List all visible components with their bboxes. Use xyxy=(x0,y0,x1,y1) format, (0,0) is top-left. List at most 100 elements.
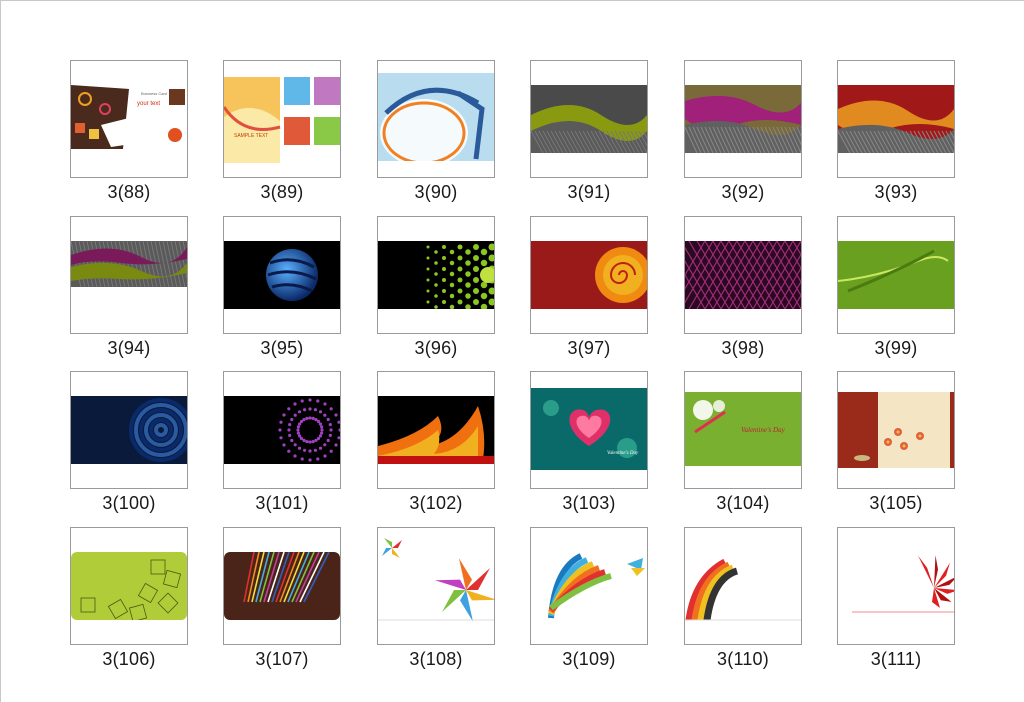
thumbnail-artwork-magenta-mesh xyxy=(685,241,801,309)
thumbnail-artwork-card-sample-text: Business Card your text xyxy=(71,85,187,149)
thumbnail-item[interactable]: 3(108) xyxy=(377,527,495,669)
thumbnail-caption: 3(104) xyxy=(716,493,770,513)
thumbnail-caption: 3(99) xyxy=(874,338,918,358)
thumbnail-image[interactable]: SAMPLE TEXT xyxy=(223,60,341,178)
thumbnail-caption: 3(95) xyxy=(260,338,304,358)
thumbnail-caption: 3(97) xyxy=(567,338,611,358)
thumbnail-image[interactable] xyxy=(684,216,802,334)
thumbnail-artwork-red-bow xyxy=(838,528,954,644)
thumbnail-image[interactable] xyxy=(70,216,188,334)
thumbnail-caption: 3(105) xyxy=(869,493,923,513)
thumbnail-image[interactable]: Business Card your text xyxy=(70,60,188,178)
thumbnail-artwork-red-orange-wave xyxy=(838,85,954,153)
thumbnail-item[interactable]: 3(94) xyxy=(70,216,188,358)
thumbnail-item[interactable]: Valentine's Day 3(104) xyxy=(684,371,802,513)
thumbnail-image[interactable] xyxy=(377,216,495,334)
thumbnail-caption: 3(106) xyxy=(102,649,156,669)
thumbnail-item[interactable]: 3(111) xyxy=(837,527,955,669)
thumbnail-caption: 3(107) xyxy=(255,649,309,669)
thumbnail-caption: 3(110) xyxy=(717,649,769,669)
thumbnail-item[interactable]: 3(106) xyxy=(70,527,188,669)
thumbnail-item[interactable]: 3(110) xyxy=(684,527,802,669)
thumbnail-image[interactable] xyxy=(223,371,341,489)
thumbnail-caption: 3(98) xyxy=(721,338,765,358)
thumbnail-item[interactable]: Business Card your text 3(88) xyxy=(70,60,188,202)
thumbnail-caption: 3(90) xyxy=(414,182,458,202)
thumbnail-image[interactable] xyxy=(70,371,188,489)
thumbnail-image[interactable] xyxy=(837,60,955,178)
thumbnail-item[interactable]: 3(109) xyxy=(530,527,648,669)
thumbnail-caption: 3(101) xyxy=(255,493,309,513)
thumbnail-image[interactable] xyxy=(530,60,648,178)
thumbnail-artwork-colorful-brochure: SAMPLE TEXT xyxy=(224,77,340,163)
thumbnail-image[interactable] xyxy=(837,371,955,489)
thumbnail-image[interactable] xyxy=(530,527,648,645)
valentine-text: Valentine's Day xyxy=(607,451,639,456)
thumbnail-item[interactable]: SAMPLE TEXT 3(89) xyxy=(223,60,341,202)
thumbnail-artwork-curled-ribbons xyxy=(685,528,801,644)
thumbnail-artwork-red-spiral xyxy=(531,241,647,309)
thumbnail-item[interactable]: 3(92) xyxy=(684,60,802,202)
thumbnail-caption: 3(100) xyxy=(102,493,156,513)
thumbnail-artwork-blue-sphere xyxy=(224,241,340,309)
thumbnail-image[interactable]: Valentine's Day xyxy=(530,371,648,489)
thumbnail-image[interactable] xyxy=(223,527,341,645)
thumbnail-caption: 3(91) xyxy=(567,182,611,202)
thumbnail-image[interactable] xyxy=(684,60,802,178)
thumbnail-artwork-brown-stripes xyxy=(224,552,340,620)
thumbnail-caption: 3(93) xyxy=(874,182,918,202)
thumbnail-artwork-purple-dot-ring xyxy=(224,396,340,464)
thumbnail-item[interactable]: 3(91) xyxy=(530,60,648,202)
valentine-green-text: Valentine's Day xyxy=(741,426,786,434)
thumbnail-item[interactable]: 3(105) xyxy=(837,371,955,513)
card-title-text: Business Card xyxy=(141,91,167,96)
thumbnail-image[interactable] xyxy=(530,216,648,334)
thumbnail-caption: 3(88) xyxy=(107,182,151,202)
thumbnail-item[interactable]: 3(99) xyxy=(837,216,955,358)
thumbnail-caption: 3(111) xyxy=(870,649,922,669)
thumbnail-caption: 3(102) xyxy=(409,493,463,513)
thumbnail-item[interactable]: 3(90) xyxy=(377,60,495,202)
thumbnail-caption: 3(96) xyxy=(414,338,458,358)
thumbnail-item[interactable]: 3(107) xyxy=(223,527,341,669)
thumbnail-item[interactable]: 3(97) xyxy=(530,216,648,358)
thumbnail-artwork-olive-wave xyxy=(531,85,647,153)
thumbnail-item[interactable]: 3(100) xyxy=(70,371,188,513)
thumbnail-image[interactable] xyxy=(377,527,495,645)
thumbnail-artwork-valentine-green: Valentine's Day xyxy=(685,392,801,466)
thumbnail-image[interactable] xyxy=(223,216,341,334)
brochure-text: SAMPLE TEXT xyxy=(234,133,268,139)
thumbnail-caption: 3(103) xyxy=(562,493,616,513)
thumbnail-artwork-purple-olive-wave xyxy=(71,241,187,297)
thumbnail-item[interactable]: 3(93) xyxy=(837,60,955,202)
thumbnail-item[interactable]: 3(101) xyxy=(223,371,341,513)
thumbnail-artwork-orange-flame xyxy=(378,396,494,464)
thumbnail-artwork-blue-tunnel xyxy=(71,396,187,464)
thumbnail-item[interactable]: 3(102) xyxy=(377,371,495,513)
contact-sheet: Business Card your text 3(88) SAMPLE TEXT 3(… xyxy=(0,0,1024,702)
thumbnail-caption: 3(89) xyxy=(260,182,304,202)
thumbnail-caption: 3(94) xyxy=(107,338,151,358)
thumbnail-artwork-red-cream-floral xyxy=(838,392,954,468)
thumbnail-image[interactable] xyxy=(377,60,495,178)
card-sub-text: your text xyxy=(137,101,160,107)
thumbnail-item[interactable]: 3(98) xyxy=(684,216,802,358)
thumbnail-image[interactable] xyxy=(684,527,802,645)
thumbnail-item[interactable]: 3(95) xyxy=(223,216,341,358)
thumbnail-artwork-magenta-wave xyxy=(685,85,801,153)
thumbnail-caption: 3(108) xyxy=(409,649,463,669)
thumbnail-artwork-valentine-heart: Valentine's Day xyxy=(531,388,647,470)
thumbnail-artwork-blue-swirl-film xyxy=(378,73,494,161)
thumbnail-image[interactable] xyxy=(377,371,495,489)
thumbnail-image[interactable] xyxy=(70,527,188,645)
thumbnail-artwork-ribbon-burst xyxy=(531,528,647,644)
thumbnail-image[interactable] xyxy=(837,216,955,334)
thumbnail-image[interactable] xyxy=(837,527,955,645)
thumbnail-artwork-lime-squares xyxy=(71,552,187,620)
thumbnail-caption: 3(92) xyxy=(721,182,765,202)
thumbnail-item[interactable]: Valentine's Day 3(103) xyxy=(530,371,648,513)
thumbnail-artwork-green-swirl xyxy=(838,241,954,309)
thumbnail-item[interactable]: 3(96) xyxy=(377,216,495,358)
thumbnail-image[interactable]: Valentine's Day xyxy=(684,371,802,489)
thumbnail-artwork-green-dots xyxy=(378,241,494,309)
